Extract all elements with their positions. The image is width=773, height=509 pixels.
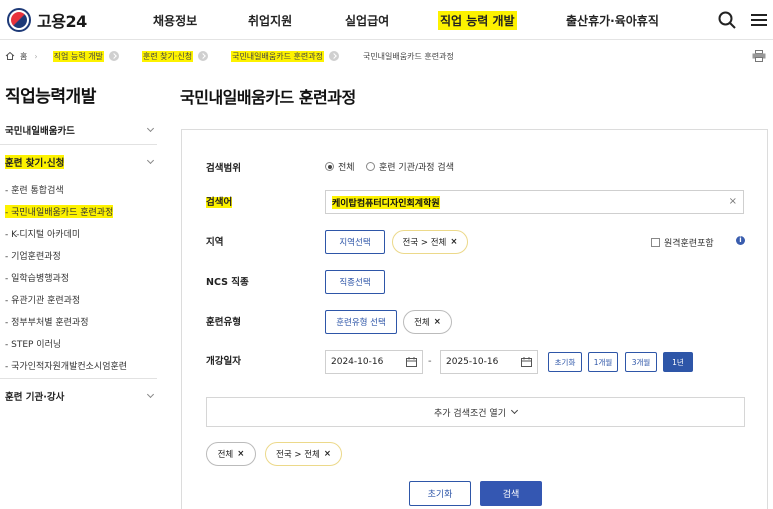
- calendar-icon[interactable]: [521, 357, 532, 367]
- period-1-month-button[interactable]: 1개월: [588, 352, 618, 372]
- sidebar-item-k-digital[interactable]: - K-디지털 아카데미: [5, 222, 155, 244]
- region-select-button[interactable]: 지역선택: [325, 230, 385, 254]
- sidebar-item-learning-card-course[interactable]: - 국민내일배움카드 훈련과정: [5, 200, 155, 222]
- chevron-down-icon: [146, 390, 155, 399]
- home-icon: [5, 51, 15, 60]
- logo-emblem-icon: [7, 8, 31, 32]
- menu-icon[interactable]: [748, 9, 770, 31]
- sidebar-item-step-elearning[interactable]: - STEP 이러닝: [5, 332, 155, 354]
- breadcrumb-item-card-course[interactable]: 국민내일배움카드 훈련과정: [231, 50, 339, 62]
- label-start-date: 개강일자: [206, 356, 241, 367]
- summary-chip-region[interactable]: 전국 > 전체 ×: [265, 442, 342, 466]
- chip-close-icon[interactable]: ×: [434, 317, 441, 327]
- date-end-input[interactable]: 2025-10-16: [440, 350, 538, 374]
- ncs-select-button[interactable]: 직종선택: [325, 270, 385, 294]
- breadcrumb-dropdown-icon[interactable]: [108, 51, 119, 61]
- sidebar-item-ministry[interactable]: - 정부부처별 훈련과정: [5, 310, 155, 332]
- training-type-button[interactable]: 훈련유형 선택: [325, 310, 397, 334]
- sidebar-item-corporate-training[interactable]: - 기업훈련과정: [5, 244, 155, 266]
- breadcrumb-item-find-training[interactable]: 훈련 찾기·신청: [141, 50, 209, 62]
- logo-text: 고용24: [37, 12, 87, 31]
- radio-unselected-icon: [366, 162, 375, 171]
- nav-item-jobs[interactable]: 채용정보: [151, 0, 199, 40]
- date-start-input[interactable]: 2024-10-16: [325, 350, 423, 374]
- page-title: 국민내일배움카드 훈련과정: [180, 88, 356, 107]
- sidebar-section-learning-card[interactable]: 국민내일배움카드: [5, 123, 157, 137]
- period-1-year-button[interactable]: 1년: [663, 352, 693, 372]
- breadcrumb-separator: ›: [34, 51, 38, 61]
- search-button[interactable]: 검색: [480, 481, 542, 506]
- label-keyword: 검색어: [206, 197, 233, 208]
- reset-button[interactable]: 초기화: [409, 481, 471, 506]
- sidebar-divider: [0, 378, 157, 379]
- more-conditions-toggle[interactable]: 추가 검색조건 열기: [206, 397, 745, 427]
- label-region: 지역: [206, 237, 224, 248]
- chip-close-icon[interactable]: ×: [450, 237, 457, 247]
- sidebar-item-work-study[interactable]: - 일학습병행과정: [5, 266, 155, 288]
- chevron-down-icon: [510, 406, 519, 415]
- radio-scope-institution[interactable]: 훈련 기관/과정 검색: [366, 160, 454, 173]
- breadcrumb-dropdown-icon[interactable]: [328, 51, 339, 61]
- sidebar-title: 직업능력개발: [5, 87, 96, 107]
- label-ncs: NCS 직종: [206, 277, 249, 288]
- clear-input-icon[interactable]: ×: [729, 196, 737, 207]
- keyword-input[interactable]: 케이탑컴퓨터디자인회계학원 ×: [325, 190, 744, 214]
- radio-selected-icon: [325, 162, 334, 171]
- sidebar-item-consortium[interactable]: - 국가인적자원개발컨소시엄훈련: [5, 354, 155, 376]
- calendar-icon[interactable]: [406, 357, 417, 367]
- chevron-down-icon: [146, 124, 155, 133]
- info-icon[interactable]: i: [736, 236, 745, 245]
- breadcrumb-item-current: 국민내일배움카드 훈련과정: [362, 51, 454, 61]
- label-scope: 검색범위: [206, 163, 241, 174]
- sidebar-divider: [0, 144, 157, 145]
- radio-scope-all[interactable]: 전체: [325, 160, 355, 173]
- nav-item-employment-support[interactable]: 취업지원: [246, 0, 294, 40]
- nav-item-unemployment-benefit[interactable]: 실업급여: [343, 0, 391, 40]
- top-header: 고용24 채용정보 취업지원 실업급여 직업 능력 개발 출산휴가·육아휴직: [0, 0, 773, 40]
- summary-chip-type[interactable]: 전체 ×: [206, 442, 256, 466]
- label-training-type: 훈련유형: [206, 317, 241, 328]
- checkbox-icon: [651, 238, 660, 247]
- remote-training-checkbox[interactable]: 원격훈련포함: [651, 236, 714, 249]
- region-chip[interactable]: 전국 > 전체 ×: [392, 230, 468, 254]
- sidebar-item-affiliated[interactable]: - 유관기관 훈련과정: [5, 288, 155, 310]
- period-3-month-button[interactable]: 3개월: [625, 352, 657, 372]
- search-icon[interactable]: [716, 9, 738, 31]
- sidebar-section-institution[interactable]: 훈련 기관·강사: [5, 389, 157, 403]
- breadcrumb-item-training[interactable]: 직업 능력 개발: [52, 50, 119, 62]
- chip-close-icon[interactable]: ×: [324, 449, 331, 459]
- breadcrumb-dropdown-icon[interactable]: [198, 51, 209, 61]
- date-range-dash: -: [428, 356, 432, 367]
- nav-item-vocational-training[interactable]: 직업 능력 개발: [438, 0, 517, 40]
- chevron-down-icon: [146, 156, 155, 165]
- sidebar-sub-list: - 훈련 통합검색 - 국민내일배움카드 훈련과정 - K-디지털 아카데미 -…: [5, 178, 155, 376]
- period-reset-button[interactable]: 초기화: [548, 352, 582, 372]
- chip-close-icon[interactable]: ×: [237, 449, 244, 459]
- training-type-chip[interactable]: 전체 ×: [403, 310, 452, 334]
- sidebar-section-find-training[interactable]: 훈련 찾기·신청: [5, 155, 157, 169]
- sidebar-item-integrated-search[interactable]: - 훈련 통합검색: [5, 178, 155, 200]
- breadcrumb-home[interactable]: 홈 ›: [5, 51, 38, 62]
- site-logo[interactable]: 고용24: [7, 8, 87, 32]
- print-icon[interactable]: [752, 50, 766, 62]
- nav-item-parental-leave[interactable]: 출산휴가·육아휴직: [564, 0, 661, 40]
- breadcrumb: 홈 › 직업 능력 개발 훈련 찾기·신청 국민내일배움카드 훈련과정 국민내일…: [5, 48, 464, 64]
